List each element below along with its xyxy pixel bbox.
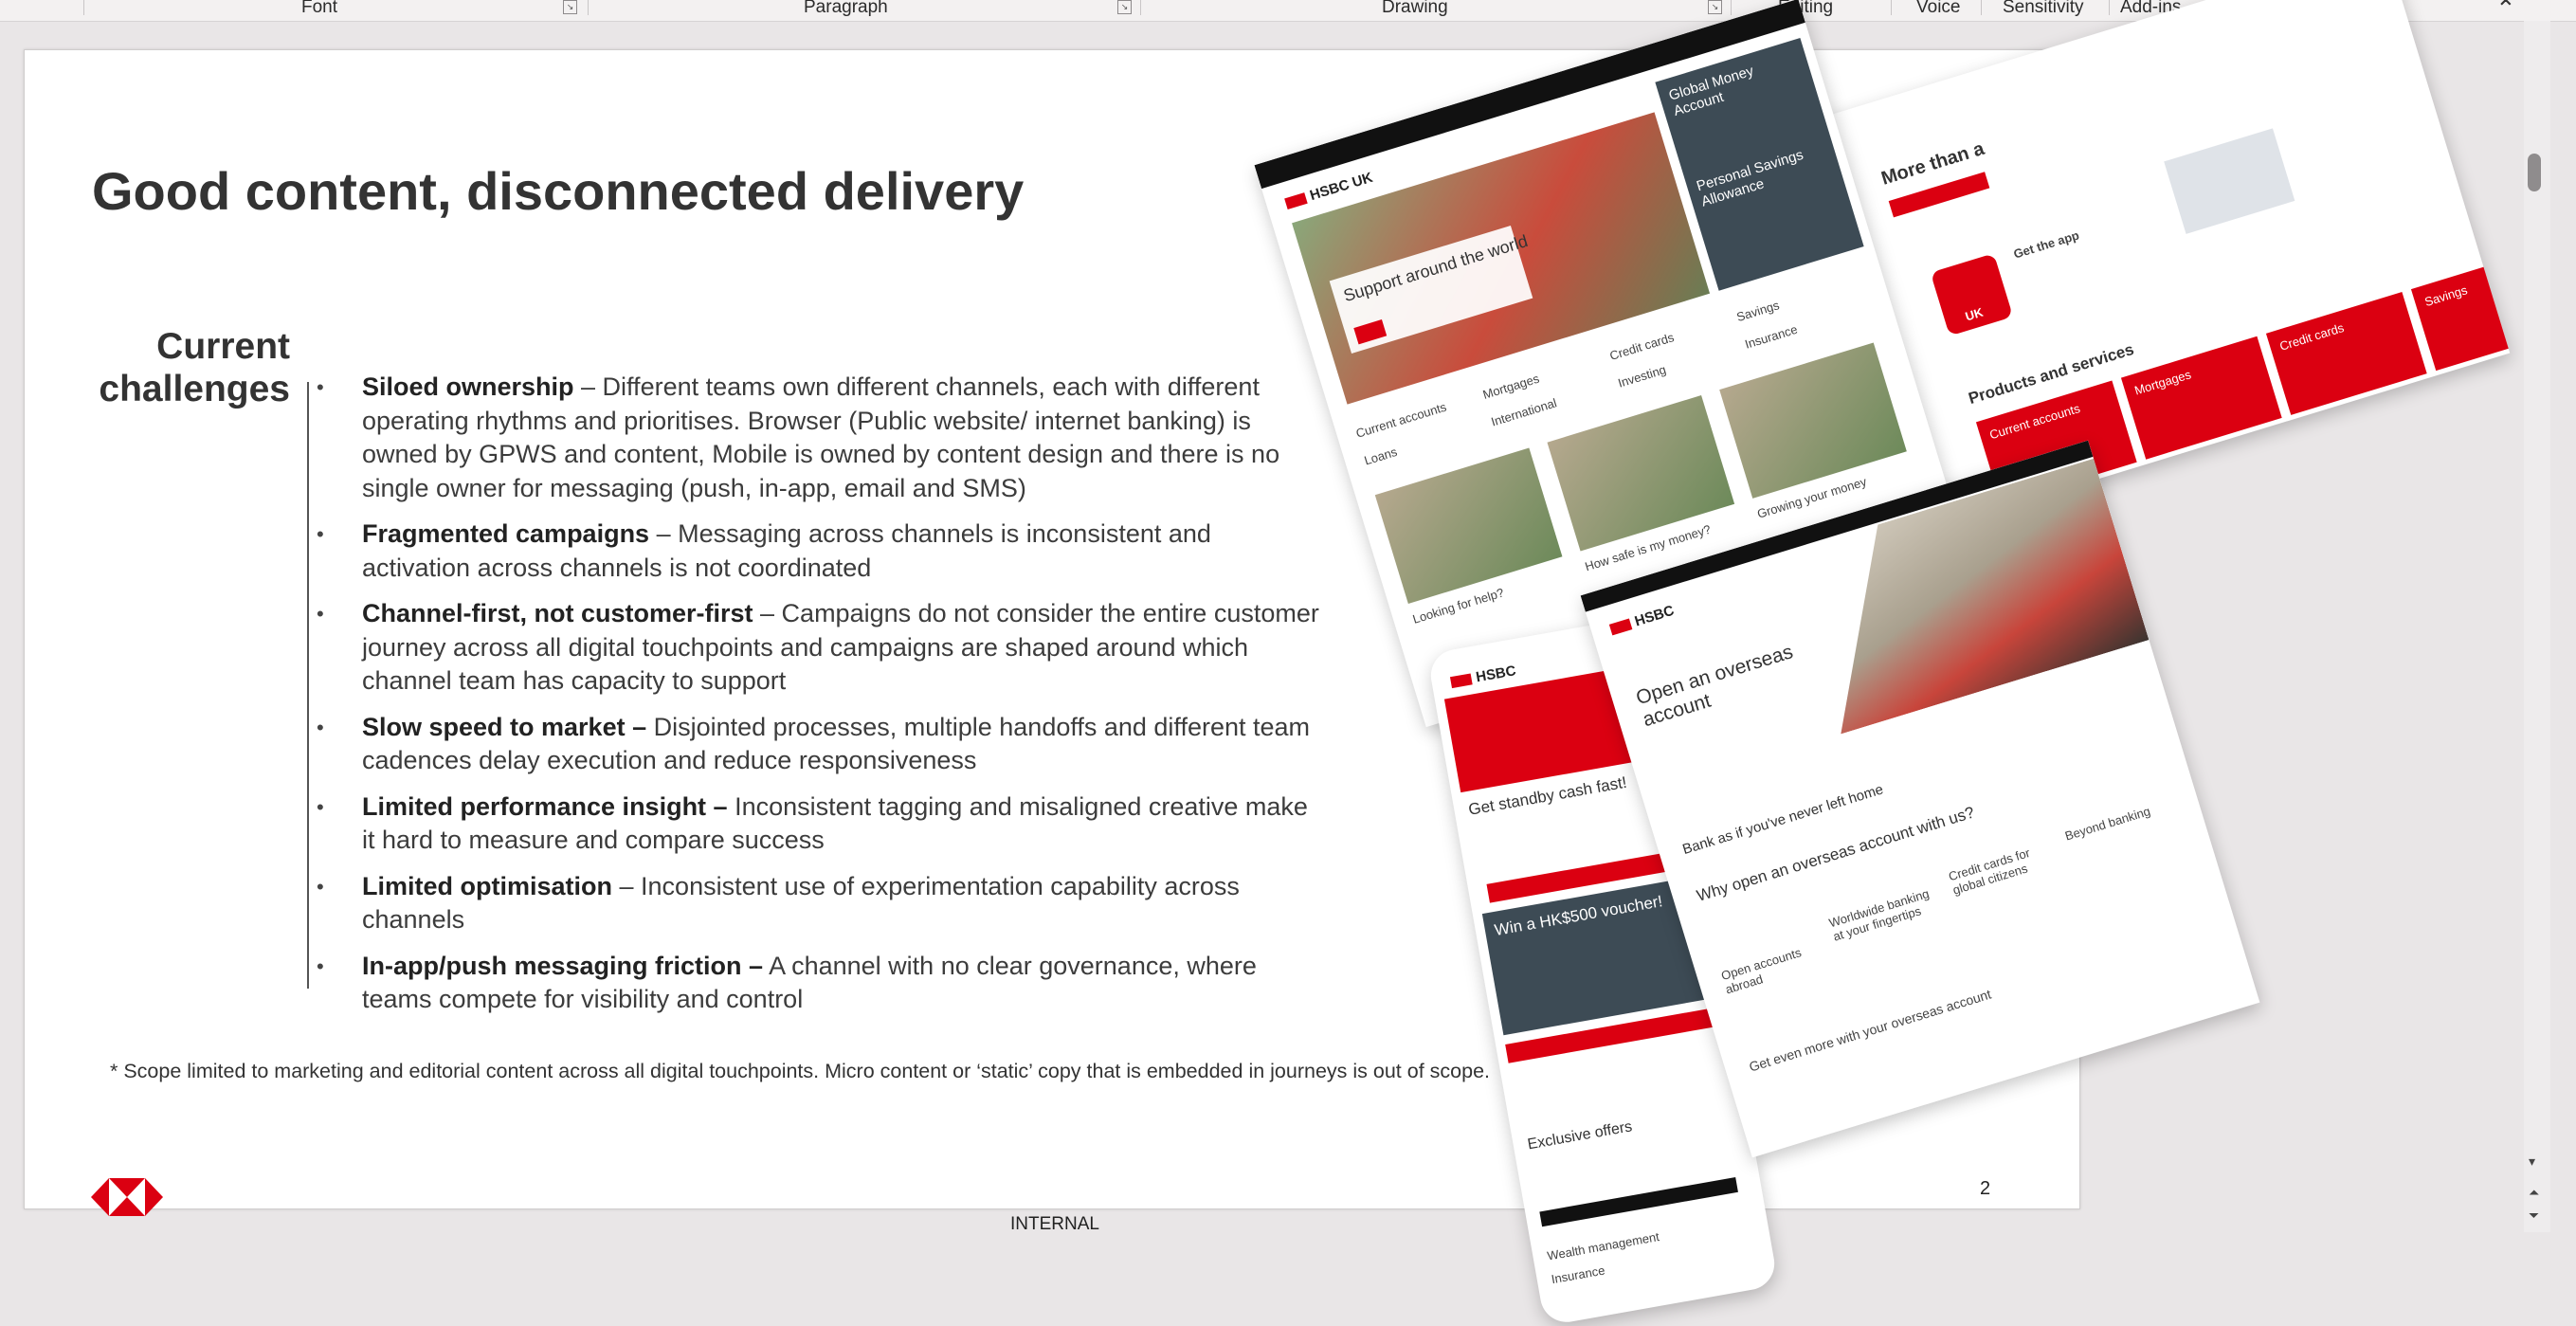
hsbc-hexagon-logo [91, 1178, 163, 1216]
ribbon-group-voice: Voice [1916, 0, 1961, 17]
bullet-item: Limited optimisation – Inconsistent use … [317, 870, 1321, 937]
section-heading[interactable]: Current challenges [82, 325, 290, 410]
bullet-bold: Slow speed to market – [362, 712, 647, 741]
feature-item: Worldwide banking at your fingertips [1826, 886, 1932, 944]
overseas-heading: Open an overseas account [1633, 641, 1796, 732]
product-card: Credit cards [2265, 291, 2427, 415]
feature-item: Beyond banking [2063, 803, 2152, 844]
nav-link: Investing [1616, 362, 1668, 391]
drawing-dialog-launcher-icon[interactable]: ↘ [1708, 0, 1722, 14]
nav-link: Credit cards [1607, 330, 1677, 363]
feature-item: Credit cards for global citizens [1947, 845, 2032, 898]
bullet-bold: Siloed ownership [362, 372, 574, 401]
nav-link: Savings [1734, 298, 1782, 325]
menu-item: Wealth management [1546, 1229, 1660, 1263]
slide-canvas[interactable]: Good content, disconnected delivery Curr… [24, 0, 2511, 1326]
ribbon-separator [2109, 0, 2110, 15]
vertical-scrollbar[interactable]: ▾ ⏶ ⏷ [2524, 21, 2550, 1232]
paragraph-dialog-launcher-icon[interactable]: ↘ [1117, 0, 1132, 14]
ribbon-group-font: Font [301, 0, 338, 17]
ribbon-group-sensitivity: Sensitivity [2003, 0, 2084, 17]
previous-slide-icon[interactable]: ⏶ [2529, 1185, 2539, 1201]
section-heading-line1: Current [156, 326, 290, 367]
tile-image [1719, 342, 1907, 499]
divider-line [307, 382, 309, 989]
dark-button [1539, 1176, 1738, 1227]
hsbc-logo-mobile: HSBC [1449, 663, 1517, 690]
footnote[interactable]: * Scope limited to marketing and editori… [110, 1057, 1522, 1086]
slide-title[interactable]: Good content, disconnected delivery [92, 160, 1024, 222]
nav-link: Loans [1362, 444, 1399, 468]
bullet-item: Slow speed to market – Disjointed proces… [317, 711, 1321, 778]
ribbon-separator [1731, 0, 1732, 15]
phone-card-image [2164, 128, 2295, 234]
even-more-heading: Get even more with your overseas account [1747, 986, 1993, 1075]
product-card: Savings [2410, 247, 2511, 372]
ribbon-separator [1981, 0, 1982, 15]
hsbc-uk-app-icon [1930, 253, 2014, 336]
scroll-down-icon[interactable]: ▾ [2529, 1153, 2535, 1170]
font-dialog-launcher-icon[interactable]: ↘ [563, 0, 577, 14]
bullet-bold: Limited optimisation [362, 871, 613, 900]
menu-item: Insurance [1550, 1262, 1606, 1287]
product-card: Mortgages [2120, 336, 2282, 460]
bullet-item: Fragmented campaigns – Messaging across … [317, 518, 1321, 585]
bullet-item: Limited performance insight – Inconsiste… [317, 790, 1321, 858]
hsbc-logo: HSBC [1608, 603, 1677, 638]
section-heading-line2: challenges [99, 369, 290, 409]
ribbon-group-drawing: Drawing [1382, 0, 1448, 17]
challenges-list[interactable]: Siloed ownership – Different teams own d… [317, 371, 1321, 1029]
bullet-item: In-app/push messaging friction – A chann… [317, 950, 1321, 1017]
get-the-app-label: Get the app [2011, 227, 2081, 262]
nav-link: Insurance [1743, 321, 1800, 352]
ribbon-group-paragraph: Paragraph [804, 0, 888, 17]
feature-item: Open accounts abroad [1719, 945, 1804, 997]
bullet-bold: Fragmented campaigns [362, 519, 650, 548]
bullet-bold: Channel-first, not customer-first [362, 599, 753, 627]
exclusive-offers-heading: Exclusive offers [1526, 1118, 1634, 1153]
nav-link: Current accounts [1353, 399, 1448, 441]
tile-image [1374, 447, 1563, 604]
page-number: 2 [1980, 1178, 1991, 1199]
nav-link: Mortgages [1480, 371, 1541, 402]
collapse-ribbon-chevron-up-icon[interactable]: ⌃ [2495, 0, 2516, 24]
scrollbar-thumb[interactable] [2528, 154, 2541, 191]
ribbon-separator [83, 0, 84, 15]
bullet-item: Siloed ownership – Different teams own d… [317, 371, 1321, 505]
next-slide-icon[interactable]: ⏷ [2529, 1208, 2539, 1224]
ribbon-separator [1140, 0, 1141, 15]
bullet-bold: Limited performance insight – [362, 791, 728, 821]
bullet-bold: In-app/push messaging friction – [362, 951, 764, 980]
bullet-item: Channel-first, not customer-first – Camp… [317, 597, 1321, 699]
nav-link: International [1489, 395, 1559, 429]
ribbon-separator [1891, 0, 1892, 15]
ribbon-separator [588, 0, 589, 15]
